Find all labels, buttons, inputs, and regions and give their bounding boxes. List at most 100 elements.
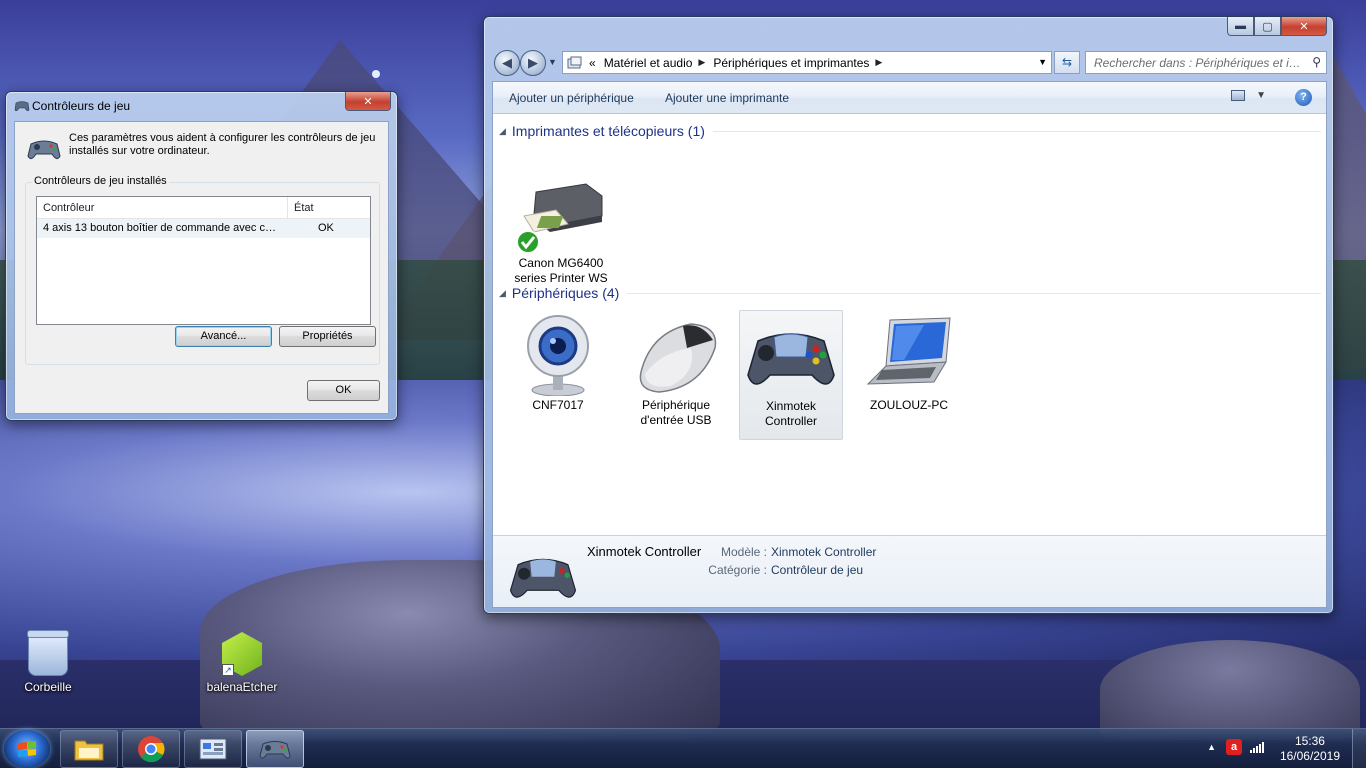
- chevron-down-icon: ▼: [1256, 90, 1266, 102]
- device-webcam[interactable]: CNF7017: [506, 312, 610, 413]
- refresh-button[interactable]: ⇆: [1054, 51, 1080, 74]
- back-button[interactable]: ◀: [494, 50, 520, 76]
- gamepad-icon: [509, 558, 577, 598]
- add-device-button[interactable]: Ajouter un périphérique: [509, 91, 634, 105]
- system-clock[interactable]: 15:36 16/06/2019: [1280, 734, 1340, 764]
- section-title: Imprimantes et télécopieurs (1): [511, 123, 705, 139]
- chevron-right-icon[interactable]: ▶: [875, 57, 882, 68]
- forward-button[interactable]: ▶: [520, 50, 546, 76]
- add-printer-button[interactable]: Ajouter une imprimante: [665, 91, 789, 105]
- laptop-icon: [864, 312, 954, 396]
- chevron-right-icon[interactable]: ▶: [698, 57, 705, 68]
- explorer-content: Ajouter un périphérique Ajouter une impr…: [492, 81, 1327, 608]
- game-controllers-dialog: Contrôleurs de jeu ✕ Ces paramètres vous…: [5, 91, 398, 421]
- search-icon[interactable]: ⚲: [1312, 55, 1321, 69]
- details-category-label: Catégorie :: [708, 563, 767, 577]
- folder-icon: [74, 740, 104, 761]
- device-usb-input[interactable]: Périphérique d'entrée USB: [624, 312, 728, 428]
- command-bar: Ajouter un périphérique Ajouter une impr…: [493, 82, 1326, 114]
- details-model-value: Xinmotek Controller: [771, 545, 877, 559]
- controller-state: OK: [318, 222, 334, 234]
- properties-button[interactable]: Propriétés: [279, 326, 376, 347]
- close-button[interactable]: ✕: [1281, 17, 1327, 36]
- taskbar: ▲ a 15:36 16/06/2019: [0, 728, 1366, 768]
- device-label: Xinmotek Controller: [764, 399, 818, 428]
- taskbar-control-panel[interactable]: [184, 730, 242, 768]
- intro-text: Ces paramètres vous aident à configurer …: [69, 132, 376, 157]
- search-placeholder: Rechercher dans : Périphériques et im...: [1094, 56, 1309, 70]
- device-label: ZOULOUZ-PC: [870, 398, 948, 412]
- network-signal-icon[interactable]: [1250, 741, 1264, 753]
- desktop-icon-recycle-bin[interactable]: Corbeille: [8, 630, 88, 694]
- dialog-client-area: Ces paramètres vous aident à configurer …: [14, 121, 389, 414]
- clock-time: 15:36: [1294, 734, 1325, 748]
- minimize-button[interactable]: ▬: [1227, 17, 1254, 36]
- start-button[interactable]: [4, 730, 50, 768]
- device-computer[interactable]: ZOULOUZ-PC: [857, 312, 961, 413]
- checkmark-icon: [516, 230, 540, 254]
- device-label: CNF7017: [532, 398, 584, 412]
- gamepad-icon: [746, 313, 836, 397]
- list-header: Contrôleur État: [37, 197, 370, 219]
- gamepad-icon: [27, 140, 61, 160]
- details-pane: Xinmotek Controller Modèle : Xinmotek Co…: [493, 535, 1326, 607]
- collapse-icon: ◢: [499, 125, 506, 136]
- taskbar-game-controllers[interactable]: [246, 730, 304, 768]
- gamepad-icon: [259, 741, 291, 759]
- mouse-icon: [631, 312, 721, 396]
- show-desktop-button[interactable]: [1352, 729, 1366, 768]
- balenaetcher-icon: ↗: [222, 632, 262, 676]
- controller-name: 4 axis 13 bouton boîtier de commande ave…: [43, 222, 288, 234]
- details-device-name: Xinmotek Controller: [587, 544, 702, 559]
- desktop-icon-label: balenaEtcher: [206, 680, 278, 694]
- gamepad-icon: [14, 101, 30, 111]
- maximize-button[interactable]: ▢: [1254, 17, 1281, 36]
- view-icon: [1231, 90, 1246, 101]
- show-hidden-icons-button[interactable]: ▲: [1207, 742, 1216, 752]
- taskbar-chrome[interactable]: [122, 730, 180, 768]
- recent-pages-dropdown[interactable]: ▼: [548, 57, 557, 67]
- printer-icon: [516, 170, 606, 254]
- ok-button[interactable]: OK: [307, 380, 380, 401]
- collapse-icon: ◢: [499, 287, 506, 298]
- column-header-controller[interactable]: Contrôleur: [37, 197, 288, 218]
- device-game-controller[interactable]: Xinmotek Controller: [739, 310, 843, 440]
- recycle-bin-icon: [27, 630, 69, 676]
- desktop-icon-balenaetcher[interactable]: ↗ balenaEtcher: [202, 632, 282, 694]
- group-title: Contrôleurs de jeu installés: [32, 175, 169, 187]
- antivirus-tray-icon[interactable]: a: [1226, 739, 1242, 755]
- close-button[interactable]: ✕: [345, 92, 391, 111]
- devices-and-printers-window: ▬ ▢ ✕ ◀ ▶ ▼ « Matériel et audio ▶ Périph…: [483, 16, 1334, 614]
- list-item[interactable]: 4 axis 13 bouton boîtier de commande ave…: [37, 219, 370, 238]
- details-model-label: Modèle :: [720, 545, 767, 559]
- taskbar-explorer[interactable]: [60, 730, 118, 768]
- device-label: Canon MG6400 series Printer WS: [514, 256, 608, 285]
- shortcut-arrow-icon: ↗: [222, 664, 234, 676]
- column-header-state[interactable]: État: [288, 197, 370, 218]
- controllers-list[interactable]: Contrôleur État 4 axis 13 bouton boîtier…: [36, 196, 371, 325]
- control-panel-icon: [567, 56, 582, 68]
- help-button[interactable]: ?: [1295, 89, 1312, 106]
- device-printer[interactable]: Canon MG6400 series Printer WS: [509, 170, 613, 286]
- control-panel-icon: [199, 738, 227, 760]
- desktop-icon-label: Corbeille: [24, 680, 72, 694]
- advanced-button[interactable]: Avancé...: [175, 326, 272, 347]
- section-printers[interactable]: ◢ Imprimantes et télécopieurs (1): [499, 123, 1321, 139]
- webcam-icon: [513, 312, 603, 397]
- change-view-button[interactable]: ▼: [1231, 90, 1266, 101]
- section-title: Périphériques (4): [511, 285, 620, 301]
- breadcrumb-item-hardware-sound[interactable]: Matériel et audio ▶: [600, 56, 710, 70]
- device-label: Périphérique d'entrée USB: [640, 398, 712, 427]
- clock-date: 16/06/2019: [1279, 749, 1340, 763]
- installed-controllers-group: Contrôleurs de jeu installés Contrôleur …: [25, 175, 380, 365]
- breadcrumb-overflow[interactable]: «: [589, 56, 596, 70]
- dialog-title: Contrôleurs de jeu: [32, 99, 131, 113]
- breadcrumb-item-devices-printers[interactable]: Périphériques et imprimantes ▶: [709, 56, 886, 70]
- chrome-icon: [138, 736, 165, 763]
- details-category-value: Contrôleur de jeu: [771, 563, 864, 577]
- search-input[interactable]: Rechercher dans : Périphériques et im...…: [1085, 51, 1327, 74]
- chevron-down-icon[interactable]: ▼: [1038, 57, 1047, 67]
- address-bar[interactable]: « Matériel et audio ▶ Périphériques et i…: [562, 51, 1052, 74]
- windows-logo-icon: [18, 741, 36, 757]
- section-devices[interactable]: ◢ Périphériques (4): [499, 285, 1321, 301]
